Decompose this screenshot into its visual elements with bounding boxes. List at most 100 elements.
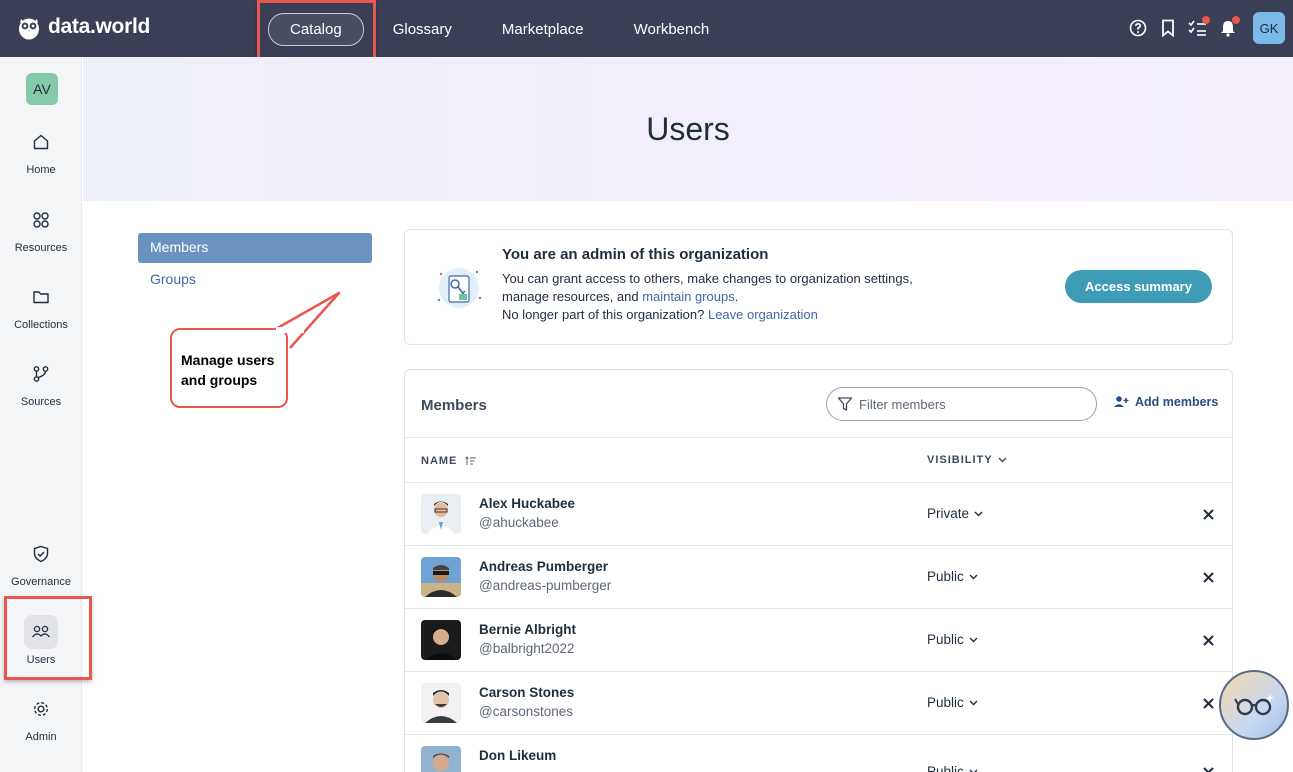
visibility-value: Public <box>927 764 964 772</box>
maintain-groups-link[interactable]: maintain groups <box>642 289 735 304</box>
help-icon[interactable] <box>1127 17 1149 39</box>
nav-glossary[interactable]: Glossary <box>372 14 473 45</box>
admin-notice-line-text: . <box>734 289 739 304</box>
close-icon <box>1202 634 1214 646</box>
nav-catalog[interactable]: Catalog <box>268 13 364 46</box>
sidebar-item-admin[interactable]: Admin <box>0 692 82 743</box>
close-icon <box>1202 697 1214 709</box>
member-name[interactable]: Andreas Pumberger <box>479 559 608 574</box>
sidebar-item-governance[interactable]: Governance <box>0 537 82 588</box>
remove-member-button[interactable] <box>1200 632 1216 648</box>
sidebar-item-resources[interactable]: Resources <box>0 203 82 254</box>
visibility-value: Private <box>927 506 970 521</box>
column-name-label: NAME <box>421 455 458 467</box>
column-visibility-label: VISIBILITY <box>927 454 993 466</box>
members-panel-header: Members Add members <box>405 370 1232 438</box>
top-bar: data.world Catalog Glossary Marketplace … <box>0 0 1293 57</box>
remove-member-button[interactable] <box>1200 569 1216 585</box>
avatar[interactable] <box>421 620 461 660</box>
org-avatar[interactable]: AV <box>26 73 58 105</box>
remove-member-button[interactable] <box>1200 695 1216 711</box>
filter-members-input[interactable] <box>859 396 1079 412</box>
brand-logo[interactable]: data.world <box>18 14 150 40</box>
subnav-groups[interactable]: Groups <box>150 271 196 287</box>
sidebar-item-label: Admin <box>25 731 57 743</box>
member-name[interactable]: Bernie Albright <box>479 622 576 637</box>
close-icon <box>1202 508 1214 520</box>
member-handle: @carsonstones <box>479 704 573 719</box>
sidebar-item-label: Collections <box>14 319 68 331</box>
members-title: Members <box>421 397 487 414</box>
add-user-icon <box>1114 396 1129 407</box>
add-members-label: Add members <box>1135 395 1219 409</box>
assistant-button[interactable] <box>1219 670 1289 740</box>
leave-organization-link[interactable]: Leave organization <box>708 307 818 322</box>
table-row: Carson Stones @carsonstones Public <box>405 672 1232 735</box>
chevron-down-icon <box>998 457 1007 463</box>
notification-dot <box>1232 16 1240 24</box>
admin-notice-card: You are an admin of this organization Yo… <box>404 229 1233 345</box>
notification-dot <box>1202 16 1210 24</box>
folder-icon <box>24 280 58 314</box>
visibility-dropdown[interactable]: Public <box>927 695 978 710</box>
access-summary-button[interactable]: Access summary <box>1065 270 1212 303</box>
sidebar-item-sources[interactable]: Sources <box>0 357 82 408</box>
callout-line: Manage users <box>181 352 275 368</box>
sidebar-item-collections[interactable]: Collections <box>0 280 82 331</box>
top-actions: GK <box>1127 12 1285 44</box>
user-avatar[interactable]: GK <box>1253 12 1285 44</box>
table-row: Andreas Pumberger @andreas-pumberger Pub… <box>405 546 1232 609</box>
column-name[interactable]: NAME <box>421 455 477 467</box>
avatar[interactable] <box>421 683 461 723</box>
add-members-button[interactable]: Add members <box>1113 395 1218 409</box>
sidebar-item-label: Resources <box>14 242 68 254</box>
glasses-icon <box>1234 694 1274 716</box>
column-visibility[interactable]: VISIBILITY <box>927 454 1007 466</box>
remove-member-button[interactable] <box>1200 764 1216 772</box>
callout-line: and groups <box>181 372 258 388</box>
chevron-down-icon <box>969 769 978 772</box>
avatar[interactable] <box>421 746 461 772</box>
admin-notice-line-text: No longer part of this organization? <box>502 307 708 322</box>
nav-workbench[interactable]: Workbench <box>613 14 731 45</box>
sidebar-item-home[interactable]: Home <box>0 125 82 176</box>
avatar[interactable] <box>421 494 461 534</box>
subnav-members[interactable]: Members <box>138 233 372 263</box>
filter-members-field[interactable] <box>826 387 1097 421</box>
sidebar-item-label: Governance <box>11 576 71 588</box>
page-header: Users <box>83 57 1293 201</box>
sidebar-item-users[interactable]: Users <box>0 615 82 666</box>
bell-icon[interactable] <box>1217 16 1240 39</box>
sidebar: AV Home Resources Collections Sources Go… <box>0 57 82 772</box>
visibility-dropdown[interactable]: Public <box>927 632 978 647</box>
sidebar-item-label: Home <box>26 164 56 176</box>
chevron-down-icon <box>969 574 978 579</box>
brand-name: data.world <box>48 15 151 38</box>
sort-icon <box>465 456 477 465</box>
remove-member-button[interactable] <box>1200 506 1216 522</box>
sidebar-item-label: Sources <box>20 396 62 408</box>
owl-logo-icon <box>19 18 39 40</box>
bookmark-icon[interactable] <box>1157 17 1179 39</box>
avatar[interactable] <box>421 557 461 597</box>
member-name[interactable]: Carson Stones <box>479 685 574 700</box>
resources-icon <box>24 203 58 237</box>
nav-marketplace[interactable]: Marketplace <box>481 14 605 45</box>
tasks-icon[interactable] <box>1187 16 1210 39</box>
member-name[interactable]: Don Likeum <box>479 748 556 763</box>
table-row: Alex Huckabee @ahuckabee Private <box>405 483 1232 546</box>
member-name[interactable]: Alex Huckabee <box>479 496 575 511</box>
visibility-dropdown[interactable]: Public <box>927 569 978 584</box>
visibility-dropdown[interactable]: Public <box>927 764 978 772</box>
page-title: Users <box>646 110 730 147</box>
gear-icon <box>24 692 58 726</box>
visibility-dropdown[interactable]: Private <box>927 506 983 521</box>
home-icon <box>24 125 58 159</box>
callout-pointer-cover <box>276 327 304 333</box>
chevron-down-icon <box>969 637 978 642</box>
sidebar-item-label: Users <box>26 654 56 666</box>
filter-icon <box>837 397 853 411</box>
admin-notice-line-text: manage resources, and <box>502 289 643 304</box>
members-panel: Members Add members NAME VISIBILITY Alex… <box>404 369 1233 772</box>
close-icon <box>1202 571 1214 583</box>
